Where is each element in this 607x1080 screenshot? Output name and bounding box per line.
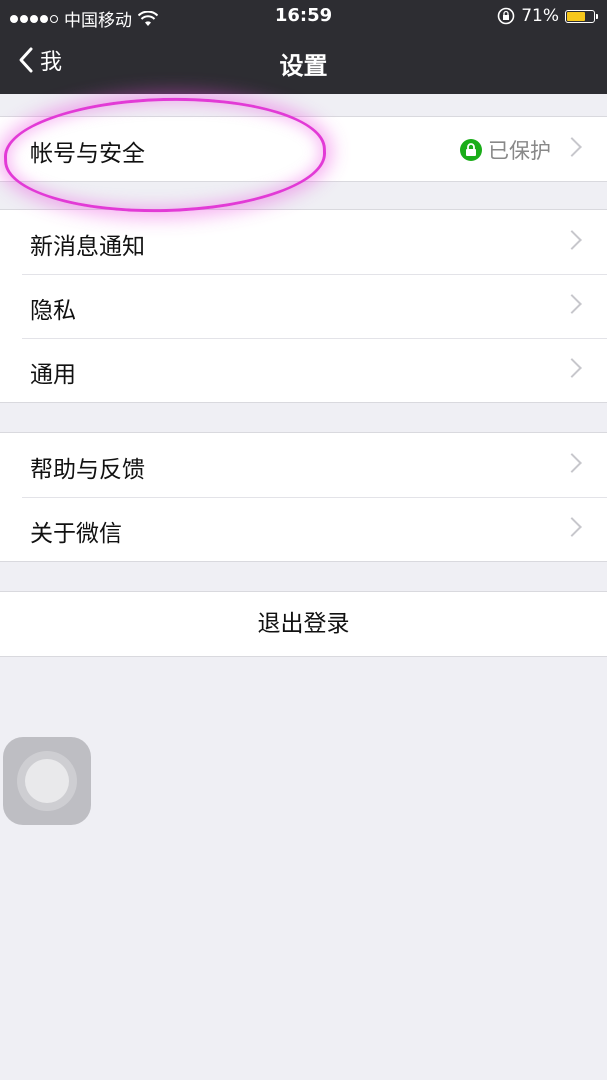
new-message-notification-row[interactable]: 新消息通知 bbox=[0, 210, 607, 274]
notification-group: 新消息通知 隐私 通用 bbox=[0, 209, 607, 403]
privacy-row[interactable]: 隐私 bbox=[0, 274, 607, 338]
row-label: 隐私 bbox=[30, 298, 76, 324]
navigation-bar: 我 设置 bbox=[0, 32, 607, 94]
general-row[interactable]: 通用 bbox=[0, 338, 607, 402]
chevron-right-icon bbox=[562, 230, 582, 250]
assistive-touch-button[interactable] bbox=[3, 737, 91, 825]
chevron-right-icon bbox=[562, 294, 582, 314]
row-label: 帮助与反馈 bbox=[30, 457, 145, 483]
row-label: 帐号与安全 bbox=[30, 141, 145, 167]
help-group: 帮助与反馈 关于微信 bbox=[0, 432, 607, 562]
help-feedback-row[interactable]: 帮助与反馈 bbox=[0, 433, 607, 497]
account-security-row[interactable]: 帐号与安全 已保护 bbox=[0, 117, 607, 181]
protection-text: 已保护 bbox=[488, 139, 551, 163]
row-label: 新消息通知 bbox=[30, 234, 145, 260]
assistive-touch-inner-ring bbox=[25, 759, 69, 803]
about-wechat-row[interactable]: 关于微信 bbox=[0, 497, 607, 561]
chevron-right-icon bbox=[562, 137, 582, 157]
row-label: 关于微信 bbox=[30, 521, 122, 547]
protection-status: 已保护 bbox=[460, 135, 551, 165]
chevron-right-icon bbox=[562, 517, 582, 537]
chevron-right-icon bbox=[562, 358, 582, 378]
status-right: 71% bbox=[497, 6, 598, 26]
chevron-right-icon bbox=[562, 453, 582, 473]
rotation-lock-icon bbox=[497, 7, 515, 25]
row-label: 通用 bbox=[30, 362, 76, 388]
top-bar: 中国移动 16:59 71% 我 设置 bbox=[0, 0, 607, 94]
status-bar: 中国移动 16:59 71% bbox=[0, 0, 607, 32]
page-title: 设置 bbox=[279, 52, 328, 80]
lock-icon bbox=[460, 139, 482, 161]
battery-icon bbox=[565, 9, 598, 23]
logout-button[interactable]: 退出登录 bbox=[0, 591, 607, 657]
battery-percent: 71% bbox=[521, 6, 559, 26]
account-group: 帐号与安全 已保护 bbox=[0, 116, 607, 182]
